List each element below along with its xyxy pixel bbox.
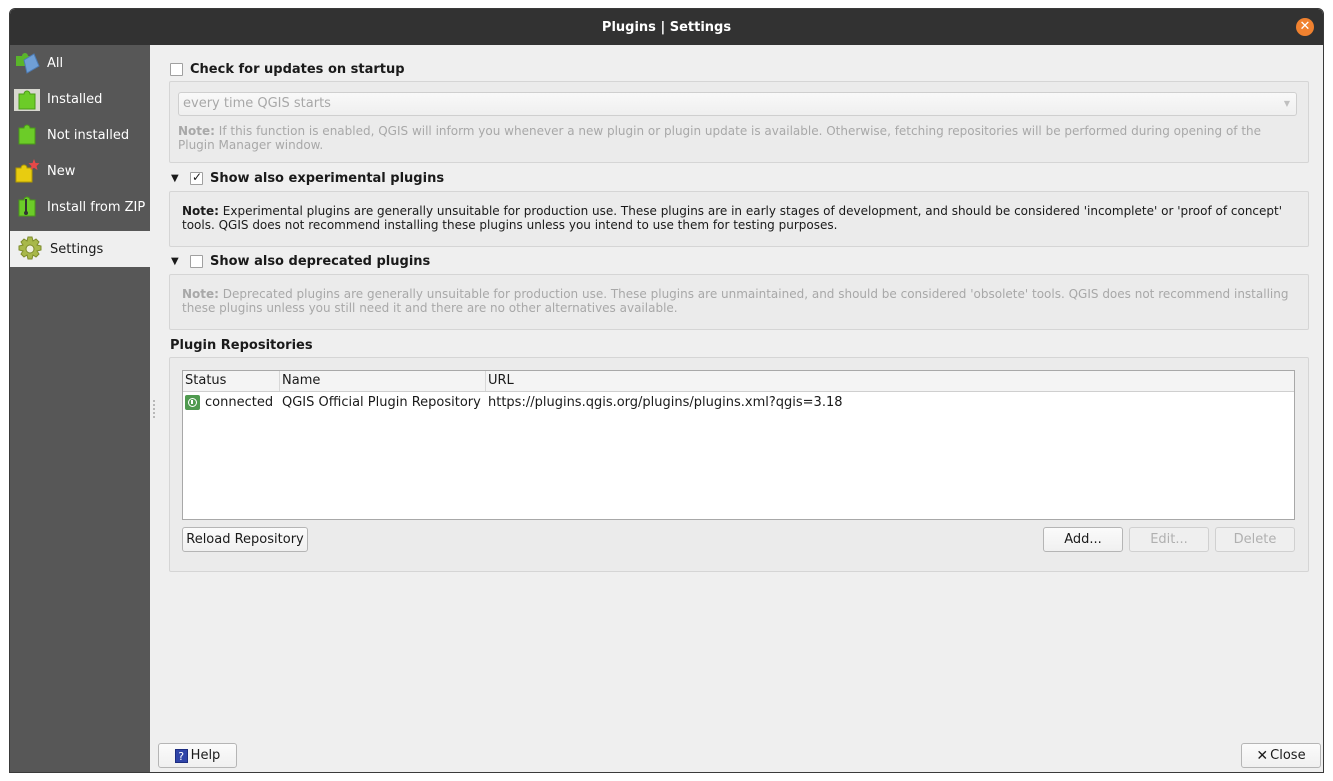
- check-updates-label: Check for updates on startup: [190, 62, 405, 77]
- sidebar-item-not-installed[interactable]: Not installed: [10, 117, 150, 153]
- connected-status-icon: [185, 394, 200, 410]
- close-label: Close: [1270, 748, 1306, 763]
- help-button[interactable]: ? Help: [158, 743, 237, 768]
- column-header-name[interactable]: Name: [280, 371, 486, 391]
- deprecated-group: Note: Deprecated plugins are generally u…: [169, 274, 1309, 330]
- deprecated-note: Note: Deprecated plugins are generally u…: [182, 287, 1297, 315]
- check-updates-row: Check for updates on startup: [170, 62, 405, 77]
- help-label: Help: [190, 748, 221, 763]
- plugins-dialog: Plugins | Settings ✕ All Installed Not i…: [9, 8, 1324, 773]
- note-text: Deprecated plugins are generally unsuita…: [182, 287, 1289, 315]
- puzzle-not-installed-icon: [13, 121, 41, 149]
- close-icon: ✕: [1256, 747, 1269, 764]
- column-header-url[interactable]: URL: [486, 371, 1294, 391]
- puzzle-installed-icon: [13, 85, 41, 113]
- check-updates-checkbox[interactable]: [170, 63, 183, 76]
- deprecated-label: Show also deprecated plugins: [210, 254, 431, 269]
- puzzle-all-icon: [13, 49, 41, 77]
- reload-repository-button[interactable]: Reload Repository: [182, 527, 308, 552]
- splitter-handle[interactable]: [153, 400, 155, 418]
- repositories-heading: Plugin Repositories: [170, 338, 313, 353]
- status-cell: connected: [183, 394, 280, 410]
- deprecated-checkbox[interactable]: [190, 255, 203, 268]
- sidebar-item-all[interactable]: All: [10, 45, 150, 81]
- close-button[interactable]: ✕ Close: [1241, 743, 1321, 768]
- update-frequency-select[interactable]: every time QGIS starts ▼: [178, 92, 1297, 116]
- puzzle-new-icon: [13, 157, 41, 185]
- note-prefix: Note:: [182, 204, 219, 218]
- check-updates-note: Note: If this function is enabled, QGIS …: [178, 124, 1288, 152]
- title-bar: Plugins | Settings ✕: [10, 9, 1323, 45]
- experimental-label: Show also experimental plugins: [210, 171, 445, 186]
- experimental-note: Note: Experimental plugins are generally…: [182, 204, 1297, 232]
- puzzle-zip-icon: [13, 193, 41, 221]
- repositories-table: Status Name URL connected QGIS Official …: [182, 370, 1295, 520]
- edit-repository-button[interactable]: Edit...: [1129, 527, 1209, 552]
- sidebar-item-settings[interactable]: Settings: [10, 231, 150, 267]
- sidebar-item-label: Install from ZIP: [47, 199, 146, 215]
- experimental-group: Note: Experimental plugins are generally…: [169, 191, 1309, 247]
- deprecated-row: ▼ Show also deprecated plugins: [171, 254, 430, 269]
- check-updates-group: every time QGIS starts ▼ Note: If this f…: [169, 81, 1309, 163]
- column-header-status[interactable]: Status: [183, 371, 280, 391]
- window-close-button[interactable]: ✕: [1296, 18, 1314, 36]
- window-title: Plugins | Settings: [601, 19, 732, 35]
- chevron-down-icon: ▼: [1283, 99, 1290, 108]
- sidebar-item-label: Not installed: [47, 127, 130, 143]
- settings-panel: Check for updates on startup every time …: [150, 45, 1323, 772]
- note-prefix: Note:: [182, 287, 219, 301]
- status-text: connected: [205, 394, 274, 410]
- repositories-group: Status Name URL connected QGIS Official …: [169, 357, 1309, 572]
- sidebar-item-install-from-zip[interactable]: Install from ZIP: [10, 189, 150, 225]
- name-cell: QGIS Official Plugin Repository: [282, 394, 481, 410]
- sidebar-item-label: New: [47, 163, 76, 179]
- table-row[interactable]: connected QGIS Official Plugin Repositor…: [183, 392, 1294, 412]
- sidebar-item-label: Installed: [47, 91, 103, 107]
- collapse-triangle-icon[interactable]: ▼: [171, 173, 183, 184]
- sidebar: All Installed Not installed New Install …: [10, 45, 150, 772]
- table-header: Status Name URL: [183, 371, 1294, 392]
- sidebar-item-label: Settings: [50, 241, 104, 257]
- gear-icon: [16, 235, 44, 263]
- delete-repository-button[interactable]: Delete: [1215, 527, 1295, 552]
- note-text: If this function is enabled, QGIS will i…: [178, 124, 1262, 152]
- update-frequency-value: every time QGIS starts: [183, 96, 331, 111]
- sidebar-item-label: All: [47, 55, 64, 71]
- experimental-row: ▼ Show also experimental plugins: [171, 170, 445, 186]
- sidebar-item-new[interactable]: New: [10, 153, 150, 189]
- add-repository-button[interactable]: Add...: [1043, 527, 1123, 552]
- note-prefix: Note:: [178, 124, 215, 138]
- url-cell: https://plugins.qgis.org/plugins/plugins…: [488, 394, 843, 410]
- experimental-checkbox[interactable]: [190, 170, 203, 185]
- collapse-triangle-icon[interactable]: ▼: [171, 256, 183, 267]
- note-text: Experimental plugins are generally unsui…: [182, 204, 1283, 232]
- help-icon: ?: [174, 748, 188, 763]
- sidebar-item-installed[interactable]: Installed: [10, 81, 150, 117]
